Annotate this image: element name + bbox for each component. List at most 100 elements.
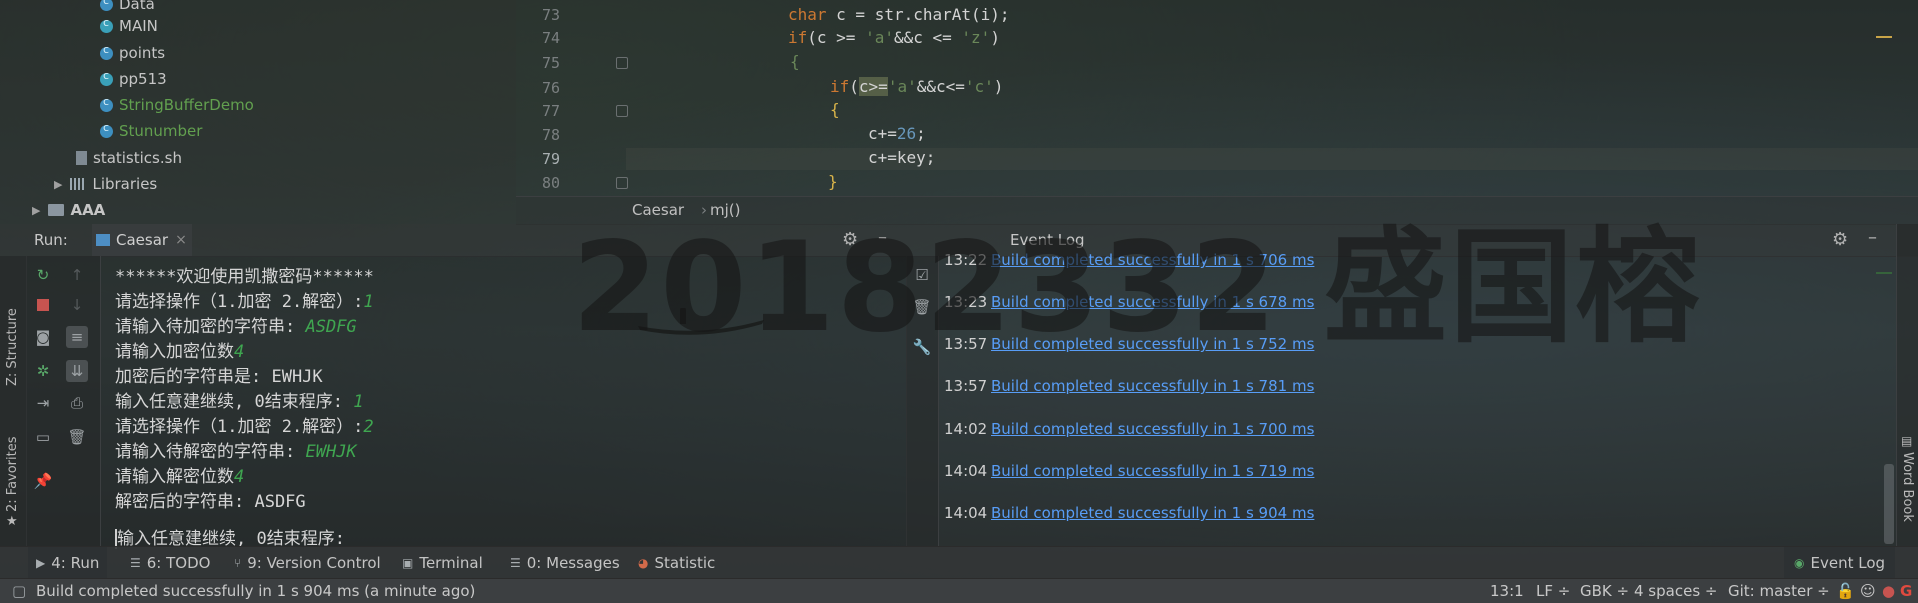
class-main-icon [100, 16, 113, 33]
vcs-icon: ⑂ [234, 556, 242, 570]
status-toggle-icon[interactable]: ▢ [12, 582, 26, 600]
star-icon: ★ [6, 514, 18, 529]
soft-wrap-icon[interactable]: ≡ [66, 326, 88, 348]
library-icon [70, 178, 87, 190]
tab-statistic[interactable]: ◕ Statistic [638, 554, 715, 572]
word-book-icon: ▤ [1901, 434, 1913, 448]
stop-icon[interactable] [32, 294, 54, 316]
trash-icon[interactable]: 🗑 [66, 426, 88, 448]
tab-messages[interactable]: ☰ 0: Messages [510, 554, 620, 572]
console-line: 请选择操作（1.加密 2.解密）:1 [115, 292, 374, 312]
expand-arrow-icon[interactable]: ▶ [32, 204, 40, 217]
fold-marker-icon[interactable] [616, 105, 628, 117]
scroll-to-end-icon[interactable]: ⇊ [66, 360, 88, 382]
code-line-73: char c = str.charAt(i); [788, 5, 1010, 24]
login-icon[interactable]: ⇥ [32, 392, 54, 414]
tree-item-points[interactable]: points [100, 41, 165, 65]
google-icon[interactable]: G [1900, 582, 1912, 600]
class-icon [100, 43, 113, 60]
shell-file-icon [76, 151, 87, 165]
fold-marker-icon[interactable] [616, 57, 628, 69]
console-line: 请输入待加密的字符串: ASDFG [115, 317, 357, 337]
class-icon [100, 121, 113, 138]
warning-mark[interactable] [1876, 36, 1892, 38]
tab-run[interactable]: ▶ 4: Run [28, 547, 108, 579]
lock-icon[interactable]: 🔓 [1836, 582, 1855, 600]
close-tab-icon[interactable]: × [175, 232, 187, 248]
current-line-highlight [626, 148, 1918, 170]
log-link[interactable]: Build completed successfully in 1 s 700 … [991, 420, 1314, 438]
log-link[interactable]: Build completed successfully in 1 s 781 … [991, 377, 1314, 395]
down-arrow-icon[interactable]: ↓ [66, 294, 88, 316]
word-book-tab[interactable]: Word Book [1900, 452, 1915, 522]
tree-item-statistics-sh[interactable]: statistics.sh [76, 146, 182, 170]
camera-icon[interactable]: ◙ [32, 326, 54, 348]
console-line: 请输入解密位数4 [115, 467, 245, 487]
run-label: Run: [34, 231, 68, 249]
code-line-75: { [790, 52, 800, 71]
inspector-icon[interactable]: ☺ [1860, 582, 1876, 600]
code-line-74: if(c >= 'a'&&c <= 'z') [788, 28, 1000, 47]
tree-item-pp513[interactable]: pp513 [100, 67, 167, 91]
line-number: 76 [541, 79, 560, 97]
tree-item-stunumber[interactable]: Stunumber [100, 119, 202, 143]
tree-item-main[interactable]: MAIN [100, 14, 158, 38]
console-line: 解密后的字符串: ASDFG [115, 492, 306, 512]
log-time: 13:57 [944, 377, 988, 395]
left-tool-strip: Z: Structure 2: Favorites ★ [0, 256, 27, 546]
class-icon [100, 0, 113, 11]
structure-tab[interactable]: Z: Structure [5, 308, 20, 386]
console-line: 请输入加密位数4 [115, 342, 245, 362]
file-encoding[interactable]: GBK ÷ [1580, 582, 1629, 600]
gear-icon[interactable]: ⚙ [1832, 229, 1848, 250]
messages-icon: ☰ [510, 556, 521, 570]
expand-arrow-icon[interactable]: ▶ [54, 178, 62, 191]
rerun-icon[interactable]: ↻ [32, 264, 54, 286]
event-log-scrollbar[interactable] [1884, 464, 1894, 544]
console-line: 请选择操作（1.加密 2.解密）:2 [115, 417, 374, 437]
log-link[interactable]: Build completed successfully in 1 s 904 … [991, 504, 1314, 522]
todo-icon: ☰ [130, 556, 141, 570]
right-tool-strip: ▤ Word Book [1896, 224, 1918, 546]
tree-item-stringbufferdemo[interactable]: StringBufferDemo [100, 93, 254, 117]
favorites-tab[interactable]: 2: Favorites [5, 436, 20, 512]
git-branch[interactable]: Git: master ÷ [1728, 582, 1830, 600]
run-icon: ▶ [36, 556, 46, 570]
code-line-76: if(c>='a'&&c<='c') [830, 77, 1004, 96]
layout-icon[interactable]: ▭ [32, 426, 54, 448]
line-separator[interactable]: LF ÷ [1536, 582, 1570, 600]
tab-event-log[interactable]: ◉ Event Log [1784, 547, 1896, 579]
run-tab-caesar[interactable]: Caesar × [92, 224, 192, 256]
tab-terminal[interactable]: ▣ Terminal [402, 554, 483, 572]
statistic-icon: ◕ [638, 556, 649, 570]
line-number: 80 [541, 174, 560, 192]
notification-icon[interactable]: ● [1882, 582, 1895, 600]
status-message[interactable]: Build completed successfully in 1 s 904 … [36, 582, 475, 600]
print-icon[interactable]: ⎙ [66, 392, 88, 414]
tab-version-control[interactable]: ⑂ 9: Version Control [234, 554, 381, 572]
minimize-icon[interactable]: – [1868, 227, 1877, 248]
watermark: 20182332 盛国榕 [572, 216, 1702, 360]
tree-item-libraries[interactable]: ▶ Libraries [54, 172, 157, 196]
folder-icon [48, 204, 65, 216]
pin-icon[interactable]: 📌 [32, 470, 54, 492]
indent-setting[interactable]: 4 spaces ÷ [1634, 582, 1717, 600]
tool-window-bar: ▶ 4: Run ☰ 6: TODO ⑂ 9: Version Control ▣ Te… [0, 546, 1918, 579]
tree-item-aaa[interactable]: ▶ AAA [32, 198, 105, 222]
status-bar: ▢ Build completed successfully in 1 s 90… [0, 578, 1918, 603]
log-time: 14:04 [944, 462, 988, 480]
log-time: 14:04 [944, 504, 988, 522]
log-link[interactable]: Build completed successfully in 1 s 719 … [991, 462, 1314, 480]
line-number-current: 79 [541, 150, 560, 168]
project-tree: Data MAIN points pp513 StringBufferDemo … [0, 0, 516, 224]
console-line: 输入任意建继续, 0结束程序: 1 [115, 392, 364, 412]
line-number: 78 [541, 126, 560, 144]
up-arrow-icon[interactable]: ↑ [66, 264, 88, 286]
tab-todo[interactable]: ☰ 6: TODO [130, 554, 210, 572]
caret-position[interactable]: 13:1 [1490, 582, 1524, 600]
code-line-77: { [830, 100, 840, 119]
debug-icon[interactable]: ✲ [32, 360, 54, 382]
code-line-78: c+=26; [868, 124, 926, 143]
console-line: ******欢迎使用凯撒密码****** [115, 267, 374, 287]
line-number: 77 [541, 102, 560, 120]
